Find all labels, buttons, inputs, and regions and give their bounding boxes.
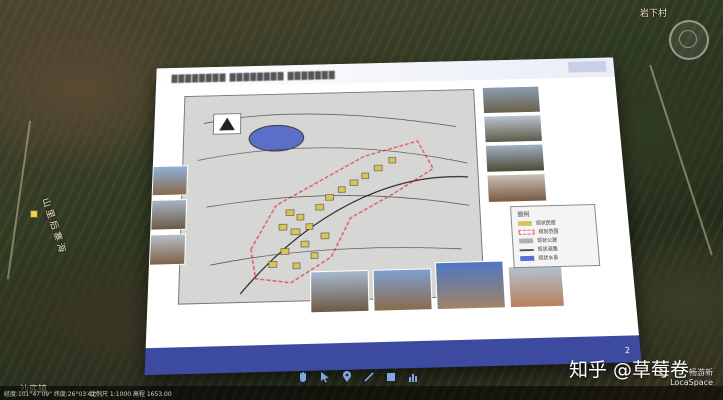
legend-label: 现状道路 — [537, 245, 558, 252]
photo-village-2 — [373, 268, 433, 311]
photo-house-2 — [152, 165, 188, 196]
draw-line-icon[interactable] — [362, 370, 376, 384]
compass-icon[interactable] — [669, 20, 709, 60]
status-scale: 比例尺 1:1000 高程 1653.00 — [90, 389, 172, 398]
rectangle-icon[interactable] — [384, 370, 398, 384]
location-pin-icon[interactable] — [340, 370, 354, 384]
map-legend: 图例 现状民居 规划范围 现状公建 现状道路 现状水系 — [510, 204, 600, 268]
legend-label: 规划范围 — [538, 228, 558, 235]
photo-village-1 — [310, 270, 369, 313]
legend-label: 现状水系 — [538, 254, 559, 261]
legend-swatch — [520, 256, 534, 261]
legend-swatch — [518, 221, 532, 226]
legend-swatch — [519, 238, 533, 243]
legend-swatch — [518, 230, 534, 235]
planning-sheet[interactable]: ████████ ████████ ███████ 图例 现状民居 规划范围 现… — [145, 57, 642, 375]
locaspace-brand: 畅游新 LocaSpace — [670, 368, 713, 388]
chart-icon[interactable] — [406, 370, 420, 384]
legend-label: 现状民居 — [536, 219, 556, 226]
legend-label: 现状公建 — [537, 237, 557, 244]
photo-landscape-1 — [482, 86, 541, 114]
map-toolbar — [296, 370, 420, 384]
status-coordinates: 经度:101°47′09" 纬度:26°03′42" — [4, 389, 98, 398]
status-bar: 经度:101°47′09" 纬度:26°03′42" 比例尺 1:1000 高程… — [0, 386, 723, 400]
photo-house-4 — [149, 234, 186, 266]
legend-item: 现状公建 — [519, 237, 557, 245]
label-top-right: 岩下村 — [640, 6, 667, 19]
legend-item: 规划范围 — [518, 228, 558, 236]
sheet-page-number: 2 — [624, 346, 630, 355]
sheet-corner-tag — [568, 61, 607, 72]
legend-item: 现状道路 — [519, 245, 558, 253]
photo-landscape-2 — [483, 114, 543, 143]
map-pin-west[interactable] — [30, 210, 38, 218]
legend-item: 现状水系 — [520, 254, 559, 262]
photo-village-4 — [508, 265, 565, 308]
photo-house-3 — [150, 199, 187, 231]
brand-line-1: 畅游新 — [670, 368, 713, 378]
photo-house-1 — [486, 173, 547, 203]
legend-item: 现状民居 — [518, 219, 556, 227]
legend-title: 图例 — [517, 210, 529, 219]
photo-village-3 — [435, 261, 506, 311]
legend-swatch — [520, 249, 534, 251]
pan-hand-icon[interactable] — [296, 370, 310, 384]
select-pointer-icon[interactable] — [318, 370, 332, 384]
photo-landscape-3 — [485, 144, 545, 173]
